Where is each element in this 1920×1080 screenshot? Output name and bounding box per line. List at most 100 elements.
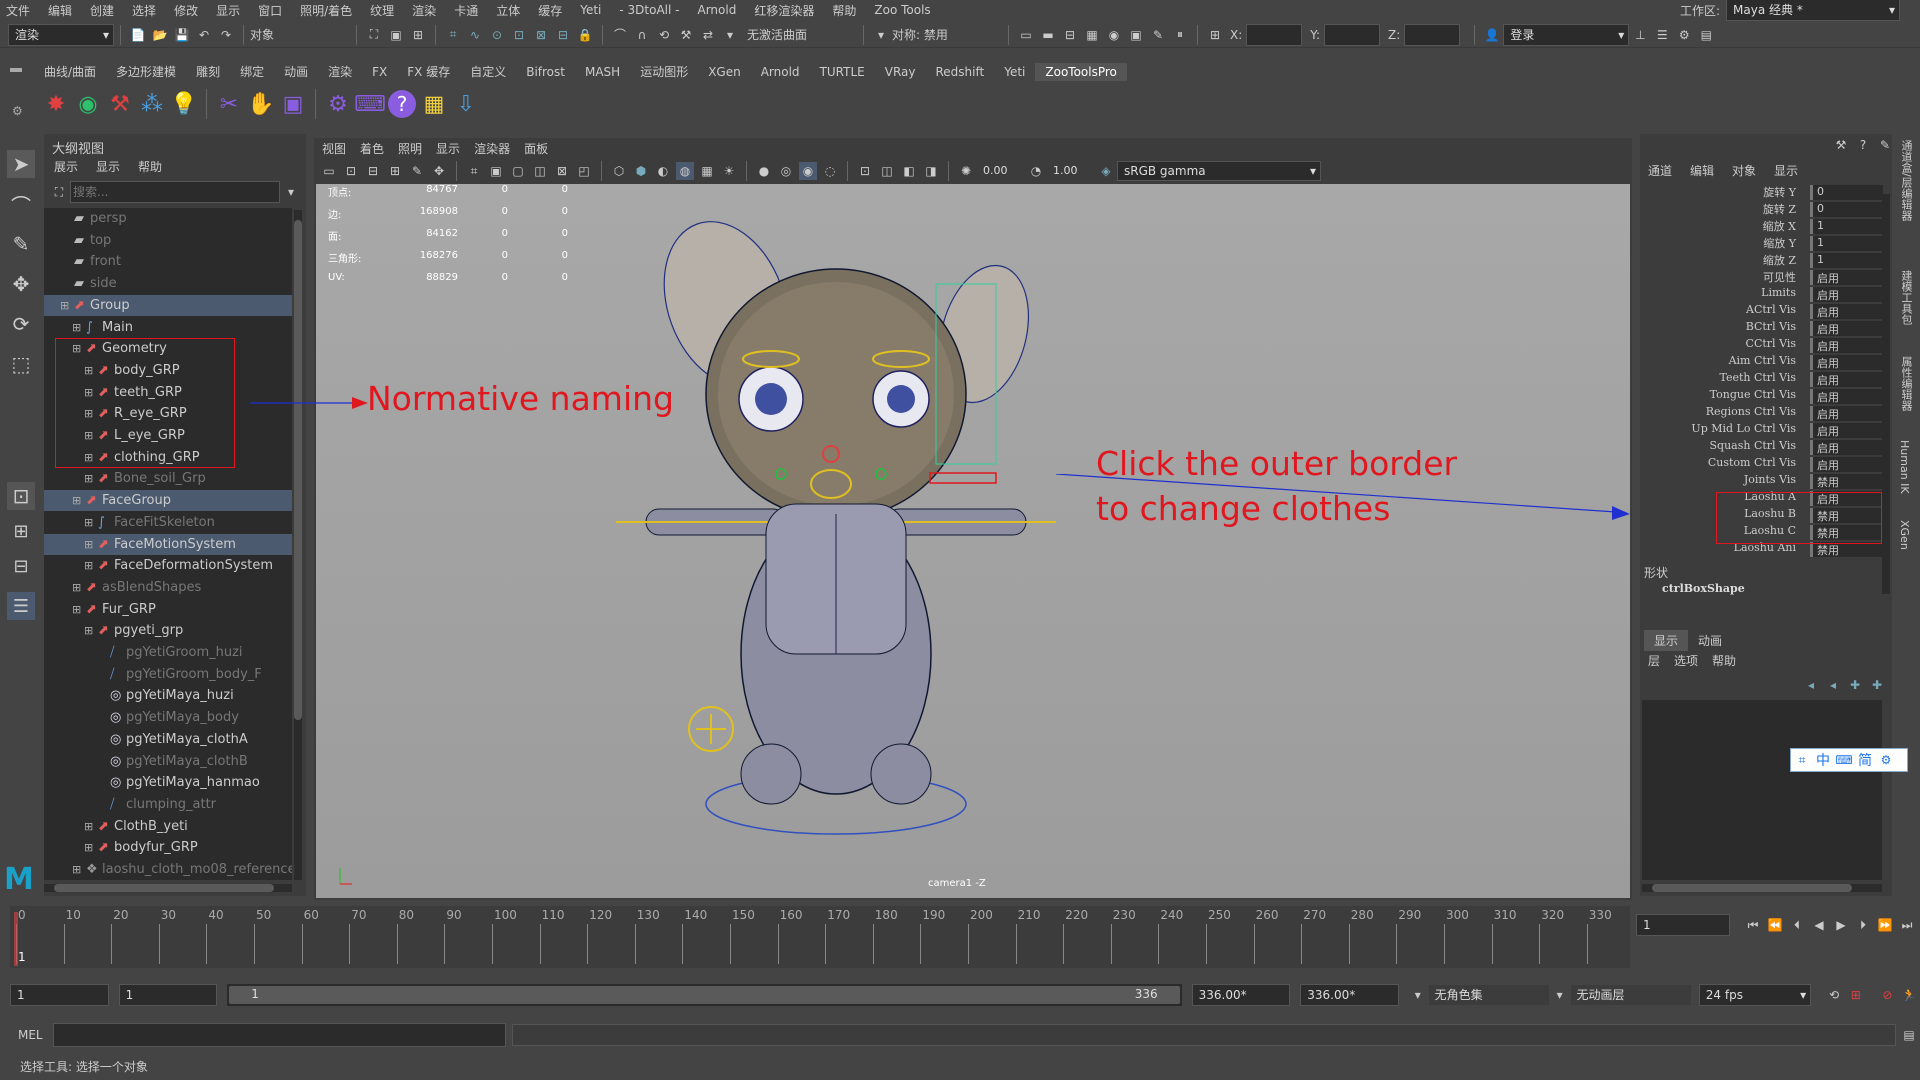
isolate-select-icon[interactable]: ⊡ <box>856 162 874 180</box>
lasso-tool-icon[interactable]: ⌒ <box>7 190 35 218</box>
magnet-icon[interactable]: ∩ <box>633 26 651 44</box>
y-field[interactable] <box>1324 23 1381 46</box>
chevron-down-icon[interactable]: ▾ <box>1551 986 1569 1004</box>
input-output-icon[interactable]: ⇄ <box>699 26 717 44</box>
channel-row[interactable]: Aim Ctrl Vis 启用 <box>1640 354 1883 371</box>
channel-row[interactable]: Custom Ctrl Vis 启用 <box>1640 456 1883 473</box>
zoo-marker-icon[interactable]: ✸ <box>42 90 70 118</box>
grease-pencil-icon[interactable]: ✎ <box>408 162 426 180</box>
channel-value-field[interactable]: 禁用 <box>1810 542 1883 557</box>
channel-value-field[interactable]: 启用 <box>1810 355 1883 370</box>
menu-item[interactable]: Zoo Tools <box>874 3 930 17</box>
channel-value-field[interactable]: 启用 <box>1810 440 1883 455</box>
zoo-hand-icon[interactable]: ✋ <box>247 90 275 118</box>
channel-row[interactable]: 缩放 Y 1 <box>1640 235 1883 252</box>
channel-row[interactable]: Limits 启用 <box>1640 286 1883 303</box>
gate-mask-icon[interactable]: ◫ <box>531 162 549 180</box>
snap-vertex-icon[interactable]: ⊟ <box>554 26 572 44</box>
outliner-item[interactable]: ◎ pgYetiMaya_body <box>44 707 292 728</box>
arnold-render-icon[interactable]: ✎ <box>1149 26 1167 44</box>
time-slider[interactable]: 0 10 20 30 40 50 60 70 80 90 100 110 120 130 140 150 160… <box>10 906 1630 968</box>
expand-toggle-icon[interactable]: ⊞ <box>72 599 81 620</box>
shape-name[interactable]: ctrlBoxShape <box>1662 582 1745 595</box>
channel-value-field[interactable]: 0 <box>1810 202 1883 217</box>
xray-components-icon[interactable]: ◨ <box>922 162 940 180</box>
expand-toggle-icon[interactable]: ⊞ <box>72 317 81 338</box>
layer-move-down-icon[interactable]: ◂ <box>1824 676 1842 694</box>
shelf-tab[interactable]: 运动图形 <box>630 63 698 81</box>
outliner-scrollbar[interactable] <box>294 210 302 880</box>
workspace-dropdown[interactable]: Maya 经典 * ▾ <box>1726 0 1901 21</box>
snap-view-icon[interactable]: ⊡ <box>510 26 528 44</box>
select-object-icon[interactable]: ▣ <box>387 26 405 44</box>
menu-item[interactable]: 卡通 <box>454 2 478 19</box>
loop-icon[interactable]: ⟲ <box>1825 986 1843 1004</box>
go-to-end-icon[interactable]: ⏭ <box>1898 916 1916 934</box>
shelf-tab[interactable]: 雕刻 <box>186 63 230 81</box>
snap-surface-icon[interactable]: ⊠ <box>532 26 550 44</box>
channel-value-field[interactable]: 启用 <box>1810 304 1883 319</box>
channel-settings-icon[interactable]: ⚒ <box>1832 136 1850 154</box>
command-language[interactable]: MEL <box>18 1028 43 1042</box>
channel-box-menu-item[interactable]: 显示 <box>1774 162 1798 179</box>
outliner-item[interactable]: ⊞ ⬈ ClothB_yeti <box>44 816 292 837</box>
resolution-gate-icon[interactable]: ▢ <box>509 162 527 180</box>
color-management-icon[interactable]: ◈ <box>1097 162 1115 180</box>
current-frame-field[interactable]: 1 <box>1636 914 1730 936</box>
render-frame-icon[interactable]: ▭ <box>1017 26 1035 44</box>
undo-icon[interactable]: ↶ <box>195 26 213 44</box>
viewport-menu-item[interactable]: 显示 <box>436 140 460 157</box>
channel-row[interactable]: 旋转 Y 0 <box>1640 184 1883 201</box>
outliner-item[interactable]: ⧸ pgYetiGroom_body_F <box>44 664 292 685</box>
shelf-tab[interactable]: Redshift <box>926 63 995 81</box>
snap-point-icon[interactable]: ⊙ <box>488 26 506 44</box>
zoo-globe-icon[interactable]: ◉ <box>74 90 102 118</box>
shelf-tab[interactable]: 多边形建模 <box>106 63 186 81</box>
login-dropdown[interactable]: 登录 ▾ <box>1503 23 1630 46</box>
paint-select-icon[interactable]: ✎ <box>7 230 35 258</box>
wireframe-on-shaded-icon[interactable]: ◍ <box>676 162 694 180</box>
x-field[interactable] <box>1246 23 1303 46</box>
outliner-item[interactable]: ◎ pgYetiMaya_huzi <box>44 685 292 706</box>
shelf-tab[interactable]: 曲线/曲面 <box>34 63 106 81</box>
channel-row[interactable]: 可见性 启用 <box>1640 269 1883 286</box>
channel-help-icon[interactable]: ? <box>1854 136 1872 154</box>
playback-end-field[interactable]: 336.00* <box>1191 984 1291 1006</box>
grid-icon[interactable]: ⌗ <box>465 162 483 180</box>
channel-value-field[interactable]: 启用 <box>1810 423 1883 438</box>
channel-row[interactable]: BCtrl Vis 启用 <box>1640 320 1883 337</box>
outliner-item[interactable]: ⧸ clumping_attr <box>44 794 292 815</box>
auto-key-icon[interactable]: ⊞ <box>1847 986 1865 1004</box>
expand-toggle-icon[interactable]: ⊞ <box>84 512 93 533</box>
script-editor-icon[interactable]: ▤ <box>1900 1026 1918 1044</box>
shelf-tab[interactable]: MASH <box>575 63 630 81</box>
menu-item[interactable]: 修改 <box>174 2 198 19</box>
shelf-tab[interactable]: 绑定 <box>230 63 274 81</box>
shelf-tab[interactable]: 自定义 <box>460 63 516 81</box>
playback-start-field[interactable]: 1 <box>118 984 218 1006</box>
zoo-hammer-icon[interactable]: ⚒ <box>106 90 134 118</box>
step-back-key-icon[interactable]: ⏪ <box>1766 916 1784 934</box>
shelf-tab[interactable]: XGen <box>698 63 751 81</box>
open-scene-icon[interactable]: 📂 <box>151 26 169 44</box>
outliner-item[interactable]: ⊞ ∫ Main <box>44 317 292 338</box>
menu-item[interactable]: 窗口 <box>258 2 282 19</box>
channel-value-field[interactable]: 启用 <box>1810 338 1883 353</box>
shelf-menu-icon[interactable] <box>10 68 22 72</box>
symmetry-label[interactable]: 对称: 禁用 <box>892 26 1002 43</box>
channel-value-field[interactable]: 启用 <box>1810 270 1883 285</box>
layer-hscrollbar[interactable] <box>1642 884 1882 892</box>
channel-row[interactable]: Joints Vis 禁用 <box>1640 473 1883 490</box>
wireframe-icon[interactable]: ⬡ <box>610 162 628 180</box>
new-layer-selected-icon[interactable]: ✚ <box>1868 676 1886 694</box>
outliner-item[interactable]: ⊞ ∫ FaceFitSkeleton <box>44 512 292 533</box>
shelf-tab[interactable]: ZooToolsPro <box>1035 63 1127 81</box>
shelf-settings-icon[interactable]: ⚙ <box>12 104 23 118</box>
outliner-item[interactable]: ⊞ ⬈ asBlendShapes <box>44 577 292 598</box>
channel-row[interactable]: 旋转 Z 0 <box>1640 201 1883 218</box>
channel-edit-icon[interactable]: ✎ <box>1876 136 1894 154</box>
lasso-icon[interactable]: ⌒ <box>611 26 629 44</box>
channel-value-field[interactable]: 启用 <box>1810 321 1883 336</box>
layer-menu-item[interactable]: 层 <box>1648 652 1660 669</box>
pause-icon[interactable]: ⏸ <box>1171 26 1189 44</box>
